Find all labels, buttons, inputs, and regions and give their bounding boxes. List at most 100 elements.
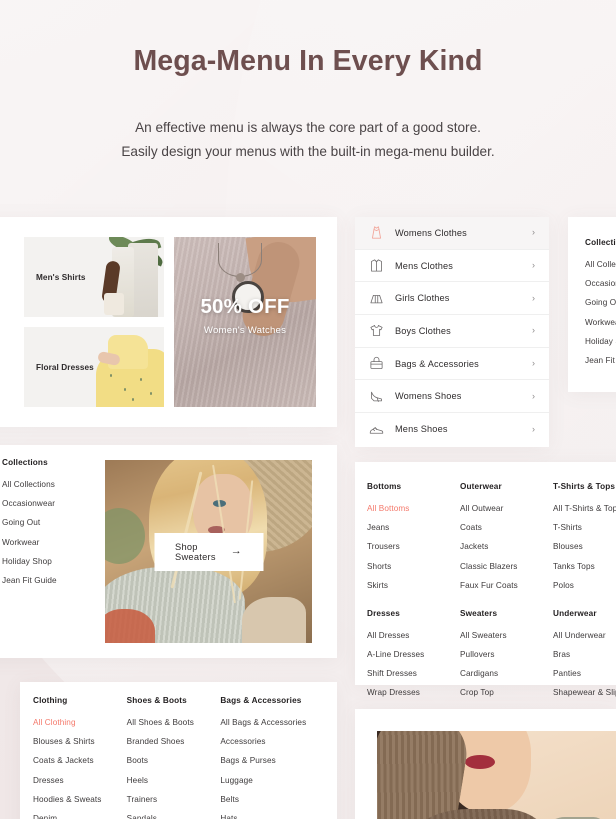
shoes-link[interactable]: Sandals [127, 814, 221, 819]
chevron-right-icon: › [532, 260, 535, 271]
shop-sweaters-button[interactable]: Shop Sweaters → [153, 532, 264, 571]
collections-link[interactable]: Holiday Shop [2, 557, 98, 566]
mega-link[interactable]: Shift Dresses [367, 669, 460, 678]
mega-block-underwear: Underwear All Underwear Bras Panties Sha… [553, 609, 616, 717]
mega-link[interactable]: Faux Fur Coats [460, 581, 553, 590]
mega-link[interactable]: All T-Shirts & Tops [553, 504, 616, 513]
column-link-list: All Shoes & Boots Branded Shoes Boots He… [127, 718, 221, 819]
collections-link[interactable]: All Collections [585, 260, 616, 269]
menu-item-bags-accessories[interactable]: Bags & Accessories › [355, 348, 549, 381]
hero-subtitle: An effective menu is always the core par… [0, 116, 616, 164]
collections-link[interactable]: Holiday Shop [585, 337, 616, 346]
mega-column-2: Outerwear All Outwear Coats Jackets Clas… [460, 482, 553, 717]
column-heading: Shoes & Boots [126, 696, 187, 705]
clothing-link[interactable]: Blouses & Shirts [33, 737, 127, 746]
menu-item-boys-clothes[interactable]: Boys Clothes › [355, 315, 549, 348]
collections-link[interactable]: Jean Fit Guide [585, 356, 616, 365]
column-link-list: All Outwear Coats Jackets Classic Blazer… [460, 504, 553, 590]
necklace-icon [218, 243, 262, 277]
column-heading: Bottoms [367, 482, 402, 491]
mega-link[interactable]: Wrap Dresses [367, 688, 460, 697]
chevron-right-icon: › [532, 423, 535, 434]
promo-tile-floral-dresses[interactable]: Floral Dresses [24, 327, 164, 407]
skirt-icon [369, 291, 395, 306]
mega-link[interactable]: A-Line Dresses [367, 650, 460, 659]
mega-link[interactable]: Blouses [553, 542, 616, 551]
mega-link[interactable]: All Outwear [460, 504, 553, 513]
menu-item-womens-clothes[interactable]: Womens Clothes › [355, 217, 549, 250]
clothing-link[interactable]: Hoodies & Sweats [33, 795, 127, 804]
mega-link[interactable]: Bras [553, 650, 616, 659]
bags-collection-panel: Bags Collection [355, 709, 616, 819]
mega-block-sweaters: Sweaters All Sweaters Pullovers Cardigan… [460, 609, 553, 717]
collections-link[interactable]: Occasionwear [2, 499, 98, 508]
mega-link[interactable]: Shorts [367, 562, 460, 571]
mega-link[interactable]: Jackets [460, 542, 553, 551]
mega-link[interactable]: Cardigans [460, 669, 553, 678]
column-heading: Sweaters [460, 608, 498, 618]
shoes-link[interactable]: All Shoes & Boots [127, 718, 221, 727]
promo-tile-label: Men's Shirts [36, 272, 86, 282]
menu-item-girls-clothes[interactable]: Girls Clothes › [355, 282, 549, 316]
mega-link[interactable]: Shapewear & Slips [553, 688, 616, 697]
collections-link[interactable]: All Collections [2, 480, 98, 489]
bags-collection-card[interactable]: Bags Collection [377, 731, 616, 819]
shop-sweaters-card[interactable]: Shop Sweaters → [105, 460, 312, 643]
chevron-right-icon: › [532, 292, 535, 303]
column-heading: T-Shirts & Tops [553, 482, 616, 491]
mega-link[interactable]: Coats [460, 523, 553, 532]
menu-item-label: Mens Clothes [395, 260, 453, 271]
chevron-right-icon: › [532, 390, 535, 401]
mega-menu-grid: Bottoms All Bottoms Jeans Trousers Short… [367, 482, 616, 717]
mega-link[interactable]: All Bottoms [367, 504, 460, 513]
mega-link[interactable]: All Dresses [367, 631, 460, 640]
collections-heading: Collections [585, 238, 616, 247]
bags-link[interactable]: Luggage [220, 776, 327, 785]
promo-feature-watches[interactable]: 50% OFF Women's Watches [174, 237, 316, 407]
mega-link[interactable]: All Underwear [553, 631, 616, 640]
column-heading: Underwear [553, 608, 597, 618]
clothing-link[interactable]: Denim [33, 814, 127, 819]
mega-link[interactable]: Trousers [367, 542, 460, 551]
shoes-link[interactable]: Trainers [127, 795, 221, 804]
mega-link[interactable]: Crop Top [460, 688, 553, 697]
collections-link[interactable]: Going Out [2, 518, 98, 527]
bags-link[interactable]: All Bags & Accessories [220, 718, 327, 727]
collections-link[interactable]: Workwear [2, 538, 98, 547]
lips-shape [465, 755, 495, 769]
mega-link[interactable]: Panties [553, 669, 616, 678]
bags-link[interactable]: Hats [220, 814, 327, 819]
shoes-link[interactable]: Boots [127, 756, 221, 765]
mega-link[interactable]: Jeans [367, 523, 460, 532]
mega-link[interactable]: T-Shirts [553, 523, 616, 532]
promo-tile-mens-shirts[interactable]: Men's Shirts [24, 237, 164, 317]
column-link-list: All Bottoms Jeans Trousers Shorts Skirts [367, 504, 460, 590]
mega-link[interactable]: Polos [553, 581, 616, 590]
collections-link[interactable]: Occasionwear [585, 279, 616, 288]
shoes-link[interactable]: Heels [127, 776, 221, 785]
mega-link[interactable]: Pullovers [460, 650, 553, 659]
bags-link[interactable]: Accessories [220, 737, 327, 746]
column-link-list: All Clothing Blouses & Shirts Coats & Ja… [33, 718, 127, 819]
mega-link[interactable]: Skirts [367, 581, 460, 590]
menu-item-mens-shoes[interactable]: Mens Shoes › [355, 413, 549, 446]
bags-link[interactable]: Belts [220, 795, 327, 804]
collections-link[interactable]: Jean Fit Guide [2, 576, 98, 585]
mega-link[interactable]: Classic Blazers [460, 562, 553, 571]
clothing-menu-panel: Clothing All Clothing Blouses & Shirts C… [20, 682, 337, 819]
shoes-link[interactable]: Branded Shoes [127, 737, 221, 746]
hero-subtitle-line-1: An effective menu is always the core par… [135, 120, 481, 135]
column-link-list: All Bags & Accessories Accessories Bags … [220, 718, 327, 819]
clothing-link[interactable]: Dresses [33, 776, 127, 785]
collections-column: Collections All Collections Occasionwear… [2, 458, 98, 585]
mega-link[interactable]: All Sweaters [460, 631, 553, 640]
mega-link[interactable]: Tanks Tops [553, 562, 616, 571]
bags-link[interactable]: Bags & Purses [220, 756, 327, 765]
menu-item-mens-clothes[interactable]: Mens Clothes › [355, 250, 549, 283]
clothing-link[interactable]: Coats & Jackets [33, 756, 127, 765]
menu-item-womens-shoes[interactable]: Womens Shoes › [355, 380, 549, 414]
collections-link[interactable]: Going Out [585, 298, 616, 307]
collections-link[interactable]: Workwear [585, 318, 616, 327]
mens-shirts-photo [86, 237, 164, 317]
clothing-link[interactable]: All Clothing [33, 718, 127, 727]
